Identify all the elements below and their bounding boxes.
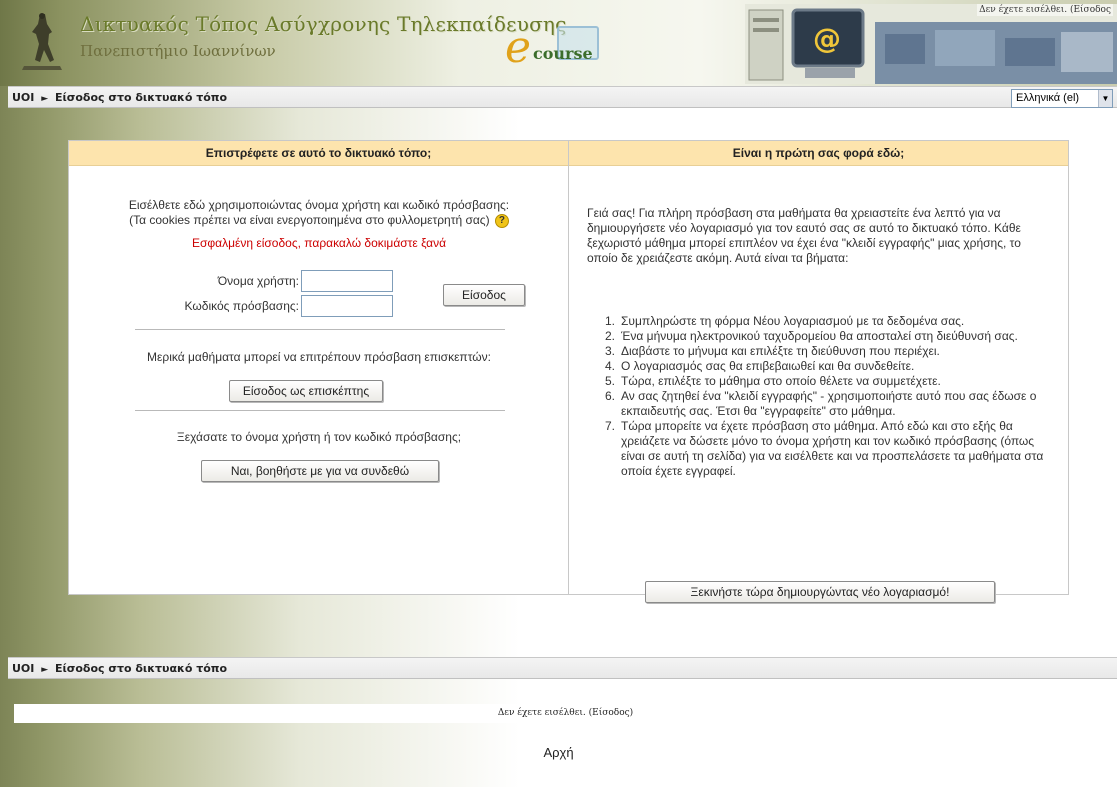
signup-step-text: Αν σας ζητηθεί ένα "κλειδί εγγραφής" - χ… [621, 389, 1037, 418]
returning-user-panel: Επιστρέφετε σε αυτό το δικτυακό τόπο; Ει… [69, 141, 569, 594]
language-select-value: Ελληνικά (el) [1016, 92, 1080, 104]
signup-step-text: Συμπληρώστε τη φόρμα Νέου λογαριασμού με… [621, 314, 965, 328]
help-icon[interactable]: ? [494, 213, 509, 228]
signup-steps-list: 1. Συμπληρώστε τη φόρμα Νέου λογαριασμού … [597, 314, 1049, 479]
site-title: Δικτυακός Τόπος Ασύγχρονης Τηλεκπαίδευση… [80, 12, 567, 36]
login-box: Επιστρέφετε σε αυτό το δικτυακό τόπο; Ει… [68, 140, 1069, 603]
signup-step-text: Ο λογαριασμός σας θα επιβεβαιωθεί και θα… [621, 359, 915, 373]
divider [135, 329, 505, 330]
new-user-panel: Είναι η πρώτη σας φορά εδώ; Γειά σας! Γι… [569, 141, 1068, 603]
signup-step-item: 3. Διαβάστε το μήνυμα και επιλέξτε τη διε… [597, 344, 1049, 359]
signup-step-item: 7. Τώρα μπορείτε να έχετε πρόσβαση στο μά… [597, 419, 1049, 479]
footer-navbar: UOI ► Είσοδος στο δικτυακό τόπο [8, 657, 1117, 679]
signup-step-item: 6. Αν σας ζητηθεί ένα "κλειδί εγγραφής" -… [597, 389, 1049, 419]
footer-breadcrumb-home-link[interactable]: UOI [12, 662, 34, 675]
signup-step-number: 5. [604, 374, 615, 388]
signup-step-number: 2. [604, 329, 615, 343]
breadcrumb-separator-icon: ► [41, 94, 49, 104]
login-instructions-line2: (Τα cookies πρέπει να είναι ενεργοποιημέ… [129, 213, 490, 227]
forgot-password-button[interactable]: Ναι, βοηθήστε με για να συνδεθώ [201, 460, 439, 482]
dropdown-arrow-icon[interactable]: ▼ [1098, 90, 1112, 107]
create-account-button[interactable]: Ξεκινήστε τώρα δημιουργώντας νέο λογαρια… [645, 581, 995, 603]
logo-e-glyph: e [505, 22, 532, 73]
footer-breadcrumb-current: Είσοδος στο δικτυακό τόπο [55, 662, 228, 675]
forgot-credentials-text: Ξεχάσατε το όνομα χρήστη ή τον κωδικό πρ… [176, 430, 462, 444]
signup-step-text: Ένα μήνυμα ηλεκτρονικού ταχυδρομείου θα … [621, 329, 1018, 343]
site-header: Δικτυακός Τόπος Ασύγχρονης Τηλεκπαίδευση… [0, 0, 1117, 86]
footer-breadcrumb: UOI ► Είσοδος στο δικτυακό τόπο [12, 662, 227, 675]
username-label: Όνομα χρήστη: [217, 274, 299, 288]
navbar: UOI ► Είσοδος στο δικτυακό τόπο Ελληνικά… [8, 86, 1117, 108]
login-status-text: Δεν έχετε εισέλθει. (Είσοδος [977, 4, 1113, 16]
signup-step-number: 1. [604, 314, 615, 328]
signup-step-text: Τώρα μπορείτε να έχετε πρόσβαση στο μάθη… [621, 419, 1044, 478]
username-input[interactable] [301, 270, 393, 292]
breadcrumb: UOI ► Είσοδος στο δικτυακό τόπο [12, 91, 227, 104]
footer-login-status-text[interactable]: Δεν έχετε εισέλθει. (Είσοδος) [14, 708, 1117, 718]
home-link[interactable]: Αρχή [0, 745, 1117, 760]
site-subtitle: Πανεπιστήμιο Ιωαννίνων [80, 42, 276, 60]
password-input[interactable] [301, 295, 393, 317]
breadcrumb-current: Είσοδος στο δικτυακό τόπο [55, 91, 228, 104]
signup-step-number: 4. [604, 359, 615, 373]
new-user-heading: Είναι η πρώτη σας φορά εδώ; [569, 141, 1068, 166]
signup-step-item: 1. Συμπληρώστε τη φόρμα Νέου λογαριασμού … [597, 314, 1049, 329]
breadcrumb-home-link[interactable]: UOI [12, 91, 34, 104]
login-instructions-line2-row: (Τα cookies πρέπει να είναι ενεργοποιημέ… [69, 213, 569, 228]
university-emblem-icon [22, 13, 62, 70]
signup-intro-text: Γειά σας! Για πλήρη πρόσβαση στα μαθήματ… [587, 206, 1021, 265]
login-error-message: Εσφαλμένη είσοδος, παρακαλώ δοκιμάστε ξα… [191, 236, 447, 250]
breadcrumb-separator-icon: ► [41, 665, 49, 675]
svg-text:@: @ [813, 22, 841, 55]
signup-step-number: 7. [604, 419, 615, 433]
signup-step-number: 3. [604, 344, 615, 358]
guest-login-button[interactable]: Είσοδος ως επισκέπτης [229, 380, 383, 402]
login-instructions-line1: Εισέλθετε εδώ χρησιμοποιώντας όνομα χρήσ… [128, 198, 510, 212]
guest-access-text: Μερικά μαθήματα μπορεί να επιτρέπουν πρό… [147, 350, 491, 364]
signup-step-text: Τώρα, επιλέξτε το μάθημα στο οποίο θέλετ… [621, 374, 941, 388]
signup-step-item: 5. Τώρα, επιλέξτε το μάθημα στο οποίο θέλ… [597, 374, 1049, 389]
signup-step-item: 2. Ένα μήνυμα ηλεκτρονικού ταχυδρομείου θ… [597, 329, 1049, 344]
signup-step-item: 4. Ο λογαριασμός σας θα επιβεβαιωθεί και … [597, 359, 1049, 374]
computer-illustration-icon: @ [745, 4, 1117, 84]
signup-step-number: 6. [604, 389, 615, 403]
returning-user-heading: Επιστρέφετε σε αυτό το δικτυακό τόπο; [69, 141, 568, 166]
ecourse-logo: e course [505, 18, 615, 74]
logo-text: course [533, 44, 593, 63]
signup-step-text: Διαβάστε το μήνυμα και επιλέξτε τη διεύθ… [621, 344, 940, 358]
login-instructions: Εισέλθετε εδώ χρησιμοποιώντας όνομα χρήσ… [69, 198, 569, 228]
divider [135, 410, 505, 411]
login-button[interactable]: Είσοδος [443, 284, 525, 306]
password-label: Κωδικός πρόσβασης: [184, 299, 299, 313]
footer-login-strip: Δεν έχετε εισέλθει. (Είσοδος) [14, 704, 1117, 723]
language-select[interactable]: Ελληνικά (el) ▼ [1011, 89, 1113, 108]
